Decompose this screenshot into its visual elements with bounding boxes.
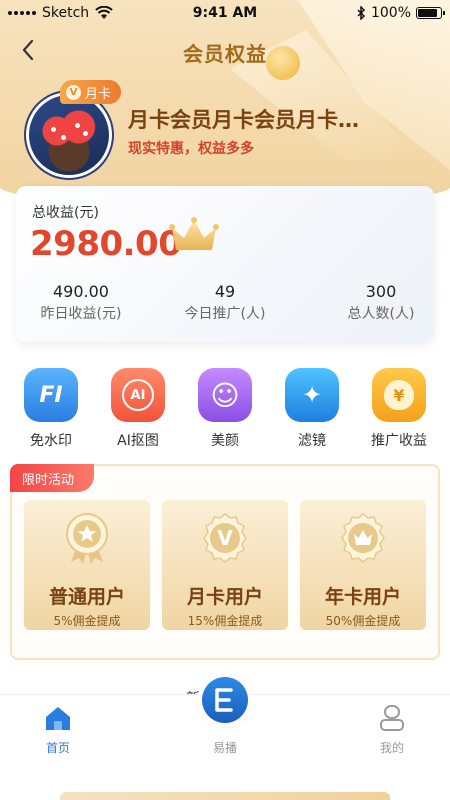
ai-cutout-icon: AI [111, 368, 165, 422]
no-watermark-icon: FI [24, 368, 78, 422]
stat-label: 昨日收益(元) [40, 306, 122, 322]
stat-total-people: 300 总人数(人) [316, 282, 446, 323]
feature-no-watermark[interactable]: FI 免水印 [16, 368, 86, 450]
avatar[interactable] [26, 92, 112, 178]
total-earnings-label: 总收益(元) [32, 205, 99, 221]
tier-desc: 5%佣金提成 [53, 614, 121, 628]
tab-label: 我的 [379, 741, 404, 755]
feature-promo-earnings[interactable]: ¥ 推广收益 [364, 368, 434, 450]
crown-medal-icon [341, 513, 385, 563]
stat-label: 今日推广(人) [184, 306, 266, 322]
page-title: 会员权益 [183, 42, 267, 66]
feature-label: 滤镜 [298, 433, 326, 449]
tier-card-yearly[interactable]: 年卡用户 50%佣金提成 [300, 500, 426, 630]
member-subtitle: 现实特惠，权益多多 [128, 141, 254, 157]
tab-yibo[interactable]: 易播 [185, 703, 265, 756]
total-earnings-value: 2980.00 [30, 224, 182, 264]
beauty-icon: ☺ [198, 368, 252, 422]
membership-badge-label: 月卡 [85, 86, 112, 102]
signal-icon [8, 11, 36, 15]
tier-name: 月卡用户 [186, 586, 263, 608]
bottom-tab-bar: 首页 易播 我的 [0, 677, 450, 764]
tier-desc: 50%佣金提成 [325, 614, 401, 628]
stat-yesterday: 490.00 昨日收益(元) [16, 282, 146, 323]
v-icon: V [66, 84, 81, 100]
tier-card-regular[interactable]: 普通用户 5%佣金提成 [24, 500, 150, 630]
feature-filter[interactable]: ✦ 滤镜 [277, 368, 347, 450]
membership-badge: V 月卡 [60, 80, 122, 104]
carrier-name: Sketch [42, 5, 90, 21]
home-icon [46, 707, 70, 730]
svg-text:V: V [217, 526, 233, 550]
battery-icon [416, 7, 445, 19]
tier-name: 年卡用户 [324, 586, 401, 608]
feature-label: 美颜 [211, 433, 239, 449]
limited-promo-section: 限时活动 普通用户 5%佣金提成 V 月卡用户 15%佣金提成 年卡用户 50%… [10, 464, 440, 660]
avatar-image [29, 95, 109, 175]
tier-desc: 15%佣金提成 [187, 614, 263, 628]
tab-label: 易播 [212, 741, 237, 755]
star-medal-icon [66, 513, 108, 564]
stat-today: 49 今日推广(人) [160, 282, 290, 323]
money-bag-icon: ¥ [372, 368, 426, 422]
tab-label: 首页 [45, 741, 70, 755]
profile-icon [380, 705, 404, 731]
feature-ai-cutout[interactable]: AI AI抠图 [103, 368, 173, 450]
tab-profile[interactable]: 我的 [352, 703, 432, 756]
feature-label: 推广收益 [371, 433, 427, 449]
stat-value: 300 [365, 282, 397, 301]
crown-icon [169, 217, 219, 250]
bottom-peek-banner [60, 792, 390, 800]
status-bar: Sketch 9:41 AM 100% [0, 0, 450, 26]
wifi-icon [95, 6, 113, 19]
stat-value: 490.00 [53, 282, 109, 301]
stat-label: 总人数(人) [347, 306, 415, 322]
feature-label: AI抠图 [117, 433, 159, 449]
v-medal-icon: V [203, 513, 247, 563]
tab-home[interactable]: 首页 [18, 703, 98, 756]
earnings-card: 总收益(元) 2980.00 490.00 昨日收益(元) 49 今日推广(人)… [16, 186, 434, 342]
filter-wand-icon: ✦ [285, 368, 339, 422]
tier-card-monthly[interactable]: V 月卡用户 15%佣金提成 [162, 500, 288, 630]
feature-beauty[interactable]: ☺ 美颜 [190, 368, 260, 450]
bluetooth-icon [357, 6, 366, 20]
feature-label: 免水印 [30, 433, 72, 449]
stat-value: 49 [214, 282, 236, 301]
member-name: 月卡会员月卡会员月卡… [128, 108, 359, 132]
tier-name: 普通用户 [48, 586, 125, 608]
battery-percent: 100% [370, 5, 411, 21]
promo-tag: 限时活动 [10, 464, 95, 492]
